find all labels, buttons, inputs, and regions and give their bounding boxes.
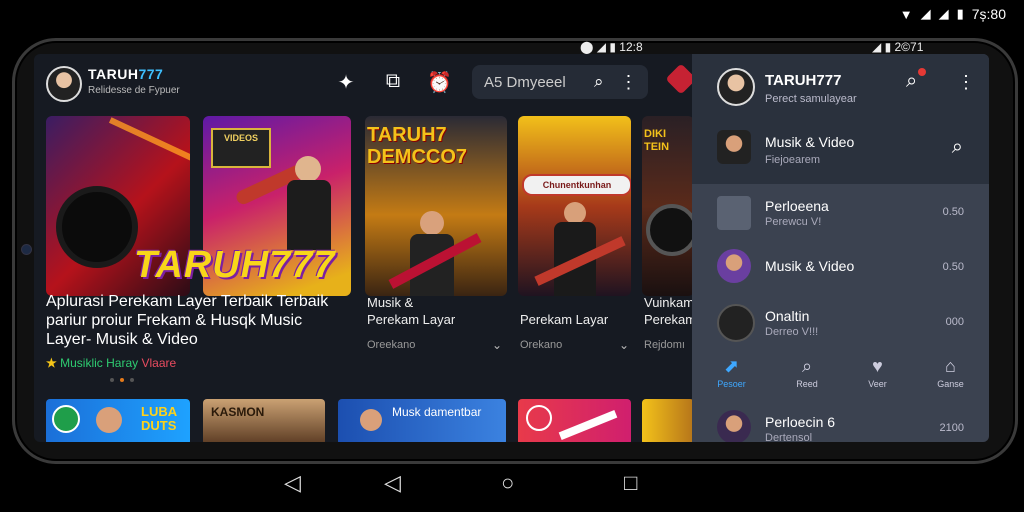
card-title[interactable]: Vuinkam Perekam (644, 294, 692, 328)
music-card[interactable]: TARUH7 DEMCCO7 (365, 116, 507, 296)
star-icon: ★ (46, 356, 57, 370)
search-icon[interactable]: ⌕ (594, 72, 604, 92)
user-icon: ⌂ (945, 355, 956, 376)
list-item[interactable]: Musik & Video 0.50 (692, 239, 989, 297)
strip-card[interactable] (518, 399, 631, 442)
search-icon[interactable]: ⌕ (906, 70, 917, 93)
nav-profile[interactable]: ⌂ Ganse (937, 356, 964, 389)
card-art-label: VIDEOS (211, 128, 271, 168)
card-title[interactable]: Perekam Layar (520, 311, 608, 328)
thumbnail (717, 410, 751, 442)
panel-bottom-nav: ⬈ Pesoer ⌕ Reed ♥ Veer ⌂ Ganse (692, 350, 989, 394)
camera-dot (21, 244, 32, 255)
hero-category[interactable]: ★ Musiklic Haray Vlaare (46, 356, 176, 370)
hero-description: Aplurasi Perekam Layer Terbaik Terbaik p… (46, 293, 329, 348)
brand-block: TARUH777 Relidesse de Fypuer (88, 66, 180, 96)
card-art-title: TARUH7 DEMCCO7 (367, 124, 468, 168)
alarm-icon[interactable]: ⏰ (427, 70, 452, 95)
list-item-value: 2100 (939, 422, 964, 434)
notification-dot (918, 68, 926, 76)
card-title[interactable]: Musik & Perekam Layar (367, 294, 455, 328)
heart-icon: ♥ (872, 355, 883, 376)
strip-card[interactable] (642, 399, 694, 442)
search-bar[interactable]: A5 Dmyeeel ⌕ ⋮ (472, 65, 648, 99)
music-card[interactable]: Chunentkunhan (518, 116, 631, 296)
back-icon[interactable]: ◁ (284, 470, 301, 496)
more-icon[interactable]: ⋮ (957, 72, 975, 93)
chevron-down-icon[interactable]: ⌄ (619, 338, 629, 352)
strip-card[interactable]: KASMON (203, 399, 325, 442)
people-icon (717, 196, 751, 230)
list-item[interactable]: Perloecin 6 Dertensol 2100 (692, 398, 989, 442)
list-item-subtitle: Perewcu V! (765, 216, 822, 228)
thumbnail (717, 249, 751, 283)
app-screen: TARUH777 Relidesse de Fypuer ✦ ⧉ ⏰ A5 Dm… (34, 54, 989, 442)
list-item[interactable]: Onaltin Derreo V!!! 000 (692, 294, 989, 352)
list-item-value: 0.50 (942, 261, 964, 273)
card-art-badge: Chunentkunhan (522, 174, 631, 196)
brand-subtitle: Relidesse de Fypuer (88, 85, 180, 96)
side-panel: TARUH777 Perect samulayear ⌕ ⋮ Musik & V… (692, 54, 989, 442)
home-icon[interactable]: ○ (501, 470, 514, 496)
more-icon[interactable]: ⋮ (620, 72, 638, 93)
list-item-value: 0.50 (942, 206, 964, 218)
list-item-title: Perloeena (765, 198, 829, 214)
list-item-subtitle: Derreo V!!! (765, 326, 819, 338)
thumbnail (717, 130, 751, 164)
card-meta: Rejdomı (644, 339, 685, 351)
nav-search[interactable]: ⌕ Reed (796, 356, 818, 389)
panel-brand-subtitle: Perect samulayear (765, 93, 857, 105)
nav-home[interactable]: ⬈ Pesoer (717, 356, 746, 389)
device-status-bar: ▼ ◢ ◢ ▮ 7ș:80 (900, 6, 1006, 22)
recents-icon[interactable]: □ (624, 470, 637, 496)
battery-icon: ▮ (956, 6, 964, 21)
list-item-title: Perloecin 6 (765, 414, 836, 430)
featured-subtitle: Fiejoearem (765, 154, 821, 166)
strip-label: Musk damentbar (392, 405, 482, 419)
clipboard-icon[interactable]: ⧉ (381, 70, 405, 93)
list-item-title: Musik & Video (765, 258, 855, 274)
wifi-icon: ▼ (899, 6, 913, 22)
hero-logo-text: TARUH777 (134, 244, 336, 286)
search-icon: ⌕ (801, 355, 813, 376)
home-icon: ⬈ (723, 355, 740, 376)
strip-card[interactable]: Musk damentbar (338, 399, 506, 442)
list-item[interactable]: Perloeena Perewcu V! 0.50 (692, 184, 989, 242)
panel-brand: TARUH777 (765, 72, 842, 89)
back-icon[interactable]: ◁ (384, 470, 401, 496)
featured-title: Musik & Video (765, 134, 855, 150)
chevron-down-icon[interactable]: ⌄ (492, 338, 502, 352)
strip-label: LUBA DUTS (141, 404, 177, 433)
card-art-title: DIKI TEIN (644, 128, 670, 153)
clock: 7ș:80 (971, 6, 1006, 22)
signal-icon: ◢ (938, 6, 949, 21)
inner-status-right: ◢ ▮ 2©71 (872, 40, 924, 54)
inner-status-left: ⬤ ◢ ▮ 12:8 (580, 40, 643, 54)
card-meta: Oreekano (367, 339, 416, 351)
avatar-icon (717, 304, 755, 342)
signal-icon: ◢ (920, 6, 931, 21)
nav-favorites[interactable]: ♥ Veer (868, 356, 887, 389)
brand-name: TARUH777 (88, 66, 164, 82)
panel-featured-item[interactable]: Musik & Video Fiejoearem ⌕ (692, 120, 989, 178)
strip-card[interactable]: LUBA DUTS (46, 399, 190, 442)
carousel-indicator[interactable] (110, 378, 134, 382)
avatar[interactable] (46, 66, 82, 102)
music-card[interactable]: DIKI TEIN (642, 116, 694, 296)
sparkle-icon[interactable]: ✦ (334, 70, 358, 95)
search-input[interactable]: A5 Dmyeeel (484, 74, 594, 91)
strip-label: KASMON (211, 405, 265, 419)
list-item-subtitle: Dertensol (765, 432, 813, 442)
search-icon[interactable]: ⌕ (952, 136, 963, 159)
avatar[interactable] (717, 68, 755, 106)
list-item-title: Onaltin (765, 308, 810, 324)
card-meta: Orekano (520, 339, 563, 351)
list-item-value: 000 (945, 316, 964, 328)
system-nav-bar: ◁ ◁ ○ □ (0, 470, 1024, 500)
